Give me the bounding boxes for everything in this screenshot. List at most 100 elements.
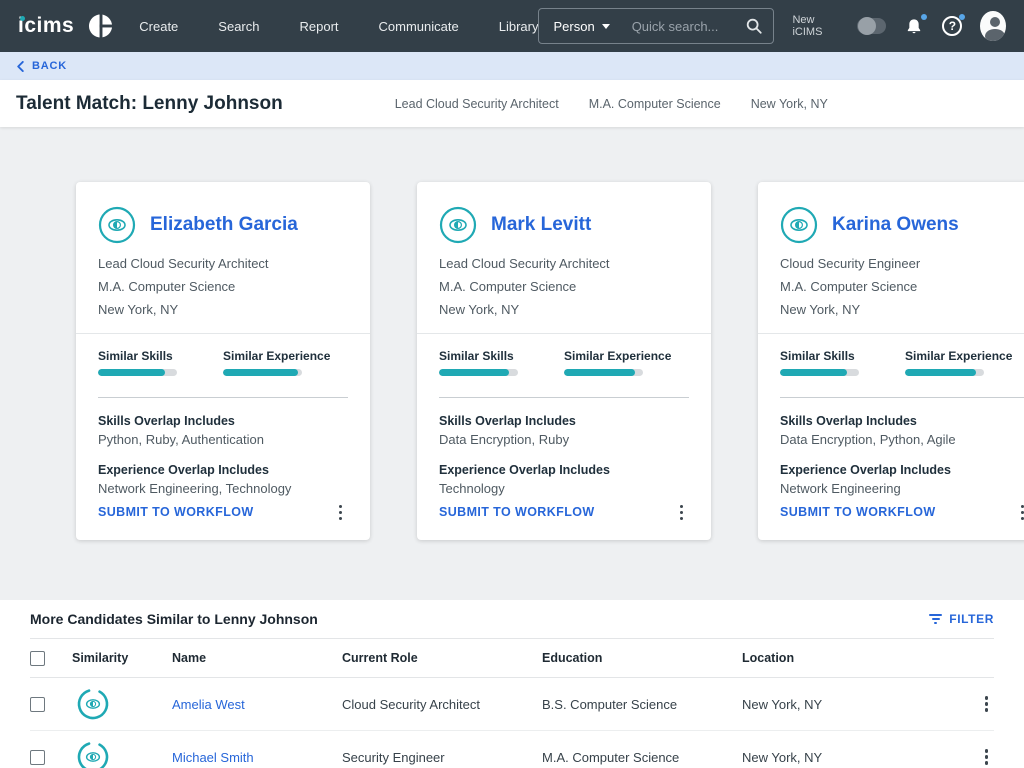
row-kebab-menu[interactable]: [979, 745, 995, 768]
submit-to-workflow-button[interactable]: SUBMIT TO WORKFLOW: [780, 505, 936, 519]
row-education: B.S. Computer Science: [542, 697, 742, 712]
candidates-table-body: Amelia West Cloud Security Architect B.S…: [30, 678, 994, 768]
select-all-checkbox[interactable]: [30, 651, 45, 666]
candidate-role: Lead Cloud Security Architect: [98, 256, 348, 271]
segmented-circle-icon: [88, 13, 113, 39]
card-kebab-menu[interactable]: [1015, 501, 1024, 525]
row-candidate-name-link[interactable]: Michael Smith: [172, 750, 342, 765]
menu-item-report[interactable]: Report: [300, 19, 339, 34]
similar-experience-label: Similar Experience: [223, 349, 348, 363]
candidate-education: M.A. Computer Science: [98, 279, 348, 294]
target-education: M.A. Computer Science: [589, 97, 721, 111]
filter-button[interactable]: FILTER: [929, 612, 994, 626]
candidate-name-link[interactable]: Karina Owens: [832, 214, 959, 236]
row-checkbox[interactable]: [30, 697, 45, 712]
similar-experience-bar-fill: [223, 369, 298, 376]
card-kebab-menu[interactable]: [333, 501, 349, 525]
similar-experience-label: Similar Experience: [905, 349, 1024, 363]
candidate-location: New York, NY: [98, 302, 348, 317]
row-location: New York, NY: [742, 750, 964, 765]
table-row: Amelia West Cloud Security Architect B.S…: [30, 678, 994, 731]
similar-experience-bar: [564, 369, 643, 376]
column-header-location: Location: [742, 651, 964, 665]
help-button[interactable]: ?: [942, 16, 962, 36]
icims-logo[interactable]: icims: [18, 14, 74, 38]
candidate-cards: Elizabeth Garcia Lead Cloud Security Arc…: [0, 127, 1024, 600]
card-inner-divider: [98, 397, 348, 398]
column-header-current-role: Current Role: [342, 651, 542, 665]
row-current-role: Cloud Security Architect: [342, 697, 542, 712]
similar-experience-label: Similar Experience: [564, 349, 689, 363]
submit-to-workflow-button[interactable]: SUBMIT TO WORKFLOW: [98, 505, 254, 519]
similar-skills-metric: Similar Skills: [439, 349, 564, 376]
card-divider: [417, 333, 711, 334]
back-bar: BACK: [0, 52, 1024, 80]
search-scope-label: Person: [553, 19, 594, 34]
skills-overlap-label: Skills Overlap Includes: [439, 414, 689, 428]
row-kebab-menu[interactable]: [979, 692, 995, 716]
experience-overlap-value: Technology: [439, 481, 689, 496]
menu-item-library[interactable]: Library: [499, 19, 539, 34]
search-scope-dropdown[interactable]: Person: [553, 19, 609, 34]
menu-item-search[interactable]: Search: [218, 19, 259, 34]
skills-overlap-label: Skills Overlap Includes: [780, 414, 1024, 428]
back-button[interactable]: BACK: [32, 60, 67, 72]
user-avatar[interactable]: [980, 11, 1006, 41]
notifications-button[interactable]: [904, 16, 924, 37]
candidate-role: Lead Cloud Security Architect: [439, 256, 689, 271]
quick-search-input[interactable]: [632, 19, 746, 34]
candidate-name-link[interactable]: Elizabeth Garcia: [150, 214, 298, 236]
card-inner-divider: [780, 397, 1024, 398]
page-header: Talent Match: Lenny Johnson Lead Cloud S…: [0, 80, 1024, 127]
candidate-location: New York, NY: [780, 302, 1024, 317]
search-icon[interactable]: [745, 17, 763, 35]
column-header-name: Name: [172, 651, 342, 665]
candidate-role: Cloud Security Engineer: [780, 256, 1024, 271]
similar-skills-bar-fill: [780, 369, 847, 376]
match-eye-icon: [98, 206, 136, 244]
similar-experience-bar: [905, 369, 984, 376]
icims-logo-teal-dot: [20, 16, 25, 21]
similarity-ring-icon: [76, 740, 110, 768]
menu-item-create[interactable]: Create: [139, 19, 178, 34]
experience-overlap-label: Experience Overlap Includes: [780, 463, 1024, 477]
target-role: Lead Cloud Security Architect: [395, 97, 559, 111]
table-row: Michael Smith Security Engineer M.A. Com…: [30, 731, 994, 768]
notification-dot: [921, 14, 927, 20]
similar-experience-metric: Similar Experience: [223, 349, 348, 376]
icims-wordmark: icims: [18, 14, 74, 37]
skills-overlap-value: Data Encryption, Python, Agile: [780, 432, 1024, 447]
similar-skills-bar: [98, 369, 177, 376]
similar-experience-metric: Similar Experience: [905, 349, 1024, 376]
skills-overlap-value: Data Encryption, Ruby: [439, 432, 689, 447]
similar-experience-bar-fill: [564, 369, 635, 376]
menu-item-communicate[interactable]: Communicate: [379, 19, 459, 34]
candidate-name-link[interactable]: Mark Levitt: [491, 214, 591, 236]
similar-skills-bar-fill: [98, 369, 165, 376]
experience-overlap-value: Network Engineering, Technology: [98, 481, 348, 496]
help-notification-dot: [959, 14, 965, 20]
column-header-education: Education: [542, 651, 742, 665]
similar-experience-metric: Similar Experience: [564, 349, 689, 376]
row-candidate-name-link[interactable]: Amelia West: [172, 697, 342, 712]
similar-skills-metric: Similar Skills: [780, 349, 905, 376]
experience-overlap-label: Experience Overlap Includes: [98, 463, 348, 477]
skills-overlap-label: Skills Overlap Includes: [98, 414, 348, 428]
card-kebab-menu[interactable]: [674, 501, 690, 525]
candidate-card: Mark Levitt Lead Cloud Security Architec…: [417, 182, 711, 540]
table-title: More Candidates Similar to Lenny Johnson: [30, 611, 318, 627]
new-icims-toggle[interactable]: [857, 18, 886, 34]
target-candidate-meta: Lead Cloud Security Architect M.A. Compu…: [395, 97, 828, 111]
candidate-card: Karina Owens Cloud Security Engineer M.A…: [758, 182, 1024, 540]
more-candidates-section: More Candidates Similar to Lenny Johnson…: [0, 600, 1024, 768]
main-content: Elizabeth Garcia Lead Cloud Security Arc…: [0, 127, 1024, 768]
row-checkbox[interactable]: [30, 750, 45, 765]
filter-label: FILTER: [949, 612, 994, 626]
row-current-role: Security Engineer: [342, 750, 542, 765]
similar-skills-bar: [780, 369, 859, 376]
candidate-card: Elizabeth Garcia Lead Cloud Security Arc…: [76, 182, 370, 540]
candidate-education: M.A. Computer Science: [439, 279, 689, 294]
submit-to-workflow-button[interactable]: SUBMIT TO WORKFLOW: [439, 505, 595, 519]
top-navbar: icims Create Search Report Communicate L…: [0, 0, 1024, 52]
chevron-left-icon: [16, 61, 25, 72]
